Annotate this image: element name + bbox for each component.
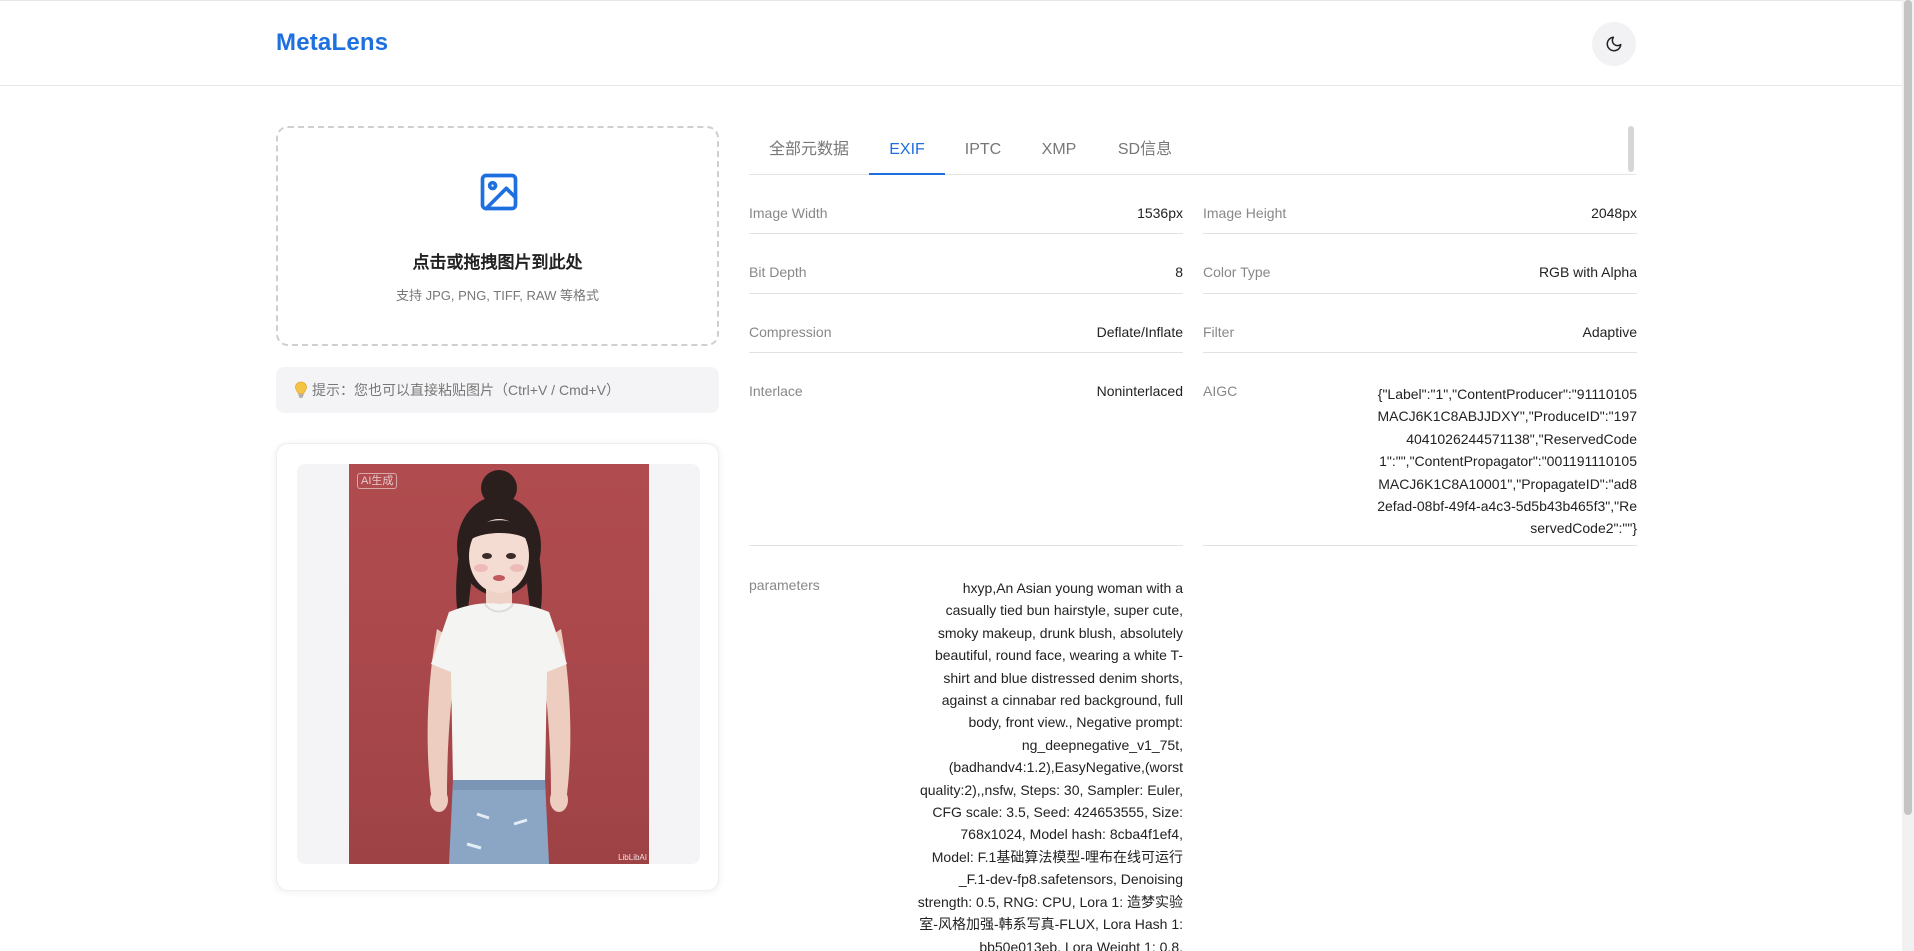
app-header: MetaLens bbox=[0, 0, 1914, 86]
metadata-row-image-width: Image Width 1536px bbox=[749, 205, 1183, 234]
page-scrollbar[interactable] bbox=[1902, 0, 1914, 951]
metadata-key: Filter bbox=[1203, 324, 1235, 340]
tab-exif[interactable]: EXIF bbox=[869, 125, 945, 175]
metadata-key: Bit Depth bbox=[749, 264, 807, 280]
portrait-illustration bbox=[427, 470, 571, 864]
tab-iptc[interactable]: IPTC bbox=[945, 125, 1021, 175]
metadata-value: 2048px bbox=[1591, 205, 1637, 221]
metadata-value: Adaptive bbox=[1582, 324, 1637, 340]
preview-image: AI生成 LibLibAI bbox=[349, 464, 649, 864]
tab-sd-info[interactable]: SD信息 bbox=[1097, 125, 1193, 175]
tab-all-metadata[interactable]: 全部元数据 bbox=[749, 125, 869, 175]
metadata-row-parameters: parameters hxyp,An Asian young woman wit… bbox=[749, 577, 1183, 951]
metadata-key: parameters bbox=[749, 577, 820, 593]
metadata-key: AIGC bbox=[1203, 383, 1238, 399]
metadata-row-filter: Filter Adaptive bbox=[1203, 324, 1637, 353]
moon-icon bbox=[1606, 36, 1622, 52]
metadata-tabs: 全部元数据 EXIF IPTC XMP SD信息 bbox=[749, 125, 1636, 175]
theme-toggle-button[interactable] bbox=[1592, 22, 1636, 66]
metadata-key: Color Type bbox=[1203, 264, 1271, 280]
metadata-row-compression: Compression Deflate/Inflate bbox=[749, 324, 1183, 353]
upload-subtitle: 支持 JPG, PNG, TIFF, RAW 等格式 bbox=[396, 288, 599, 303]
metadata-row-color-type: Color Type RGB with Alpha bbox=[1203, 264, 1637, 294]
upload-title: 点击或拖拽图片到此处 bbox=[412, 253, 583, 272]
metadata-row-interlace: Interlace Noninterlaced bbox=[749, 383, 1183, 546]
page-scrollbar-thumb[interactable] bbox=[1904, 0, 1912, 815]
metadata-key: Interlace bbox=[749, 383, 803, 399]
image-preview-card: AI生成 LibLibAI bbox=[276, 443, 719, 891]
metadata-value: hxyp,An Asian young woman with a casuall… bbox=[917, 580, 1183, 951]
image-icon bbox=[477, 170, 521, 219]
metadata-value: Noninterlaced bbox=[1096, 383, 1183, 399]
watermark: LibLibAI bbox=[618, 853, 647, 862]
metadata-value: 1536px bbox=[1137, 205, 1183, 221]
app-logo[interactable]: MetaLens bbox=[276, 29, 388, 57]
metadata-key: Compression bbox=[749, 324, 832, 340]
upload-dropzone[interactable]: 点击或拖拽图片到此处 支持 JPG, PNG, TIFF, RAW 等格式 bbox=[276, 126, 719, 346]
tabs-scrollbar[interactable] bbox=[1628, 126, 1634, 172]
metadata-row-image-height: Image Height 2048px bbox=[1203, 205, 1637, 234]
metadata-value: RGB with Alpha bbox=[1538, 264, 1637, 280]
metadata-value: {"Label":"1","ContentProducer":"91110105… bbox=[1377, 386, 1637, 537]
paste-tip: 提示：您也可以直接粘贴图片（Ctrl+V / Cmd+V） bbox=[276, 367, 719, 413]
metadata-row-bit-depth: Bit Depth 8 bbox=[749, 264, 1183, 294]
tab-xmp[interactable]: XMP bbox=[1021, 125, 1097, 175]
metadata-key: Image Width bbox=[749, 205, 828, 221]
metadata-row-aigc: AIGC {"Label":"1","ContentProducer":"911… bbox=[1203, 383, 1637, 546]
lightbulb-icon bbox=[294, 381, 308, 399]
ai-generated-badge: AI生成 bbox=[357, 473, 398, 489]
image-preview-area: AI生成 LibLibAI bbox=[297, 464, 700, 864]
paste-tip-text: 提示：您也可以直接粘贴图片（Ctrl+V / Cmd+V） bbox=[312, 382, 621, 398]
metadata-value: 8 bbox=[1175, 264, 1183, 280]
metadata-value: Deflate/Inflate bbox=[1096, 324, 1183, 340]
metadata-key: Image Height bbox=[1203, 205, 1287, 221]
